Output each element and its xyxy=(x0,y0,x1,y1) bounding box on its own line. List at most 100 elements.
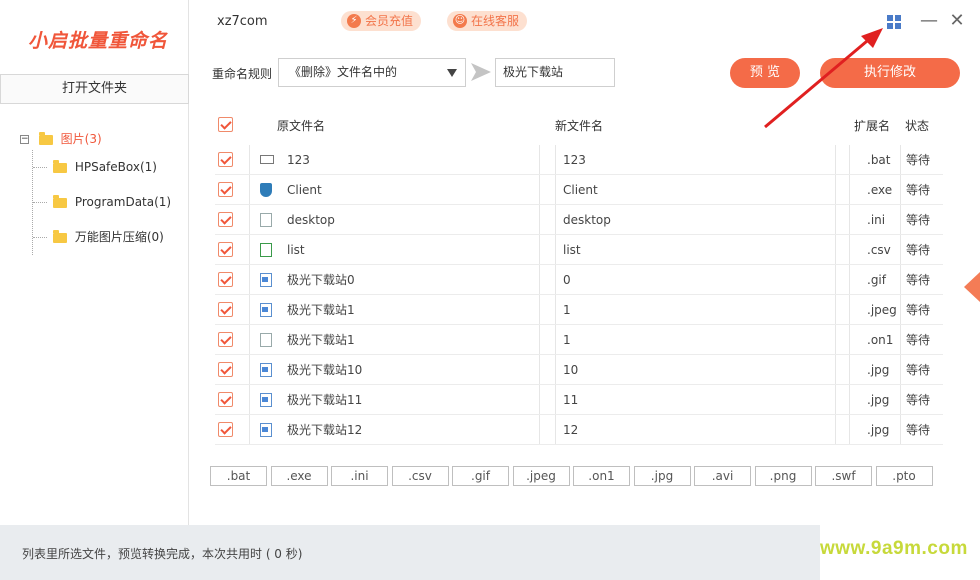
table-row[interactable]: 极光下载站10 10 .jpg 等待 xyxy=(189,355,980,385)
tree-item-hpsafebox[interactable]: HPSafeBox(1) xyxy=(33,150,171,185)
new-name-cell: Client xyxy=(563,183,598,197)
extension-filter-button[interactable]: .ini xyxy=(331,466,388,486)
extension-cell: .csv xyxy=(867,243,891,257)
extension-cell: .on1 xyxy=(867,333,894,347)
extension-filter-button[interactable]: .avi xyxy=(694,466,751,486)
folder-icon xyxy=(38,131,53,145)
extension-cell: .gif xyxy=(867,273,886,287)
bat-file-icon xyxy=(260,155,274,164)
open-folder-button[interactable]: 打开文件夹 xyxy=(0,74,189,104)
extension-filter-button[interactable]: .png xyxy=(754,466,812,486)
table-row[interactable]: Client Client .exe 等待 xyxy=(189,175,980,205)
status-bar: 列表里所选文件，预览转换完成，本次共用时 ( 0 秒) xyxy=(0,525,820,580)
image-file-icon xyxy=(260,273,272,287)
table-row[interactable]: 极光下载站1 1 .on1 等待 xyxy=(189,325,980,355)
side-expand-tab[interactable] xyxy=(964,272,980,302)
vip-recharge-label: 会员充值 xyxy=(365,14,414,28)
new-name-cell: 1 xyxy=(563,303,571,317)
row-checkbox[interactable] xyxy=(218,212,233,227)
table-row[interactable]: list list .csv 等待 xyxy=(189,235,980,265)
table-row[interactable]: desktop desktop .ini 等待 xyxy=(189,205,980,235)
original-name-cell: 极光下载站11 xyxy=(287,393,363,407)
status-cell: 等待 xyxy=(906,273,931,287)
row-checkbox[interactable] xyxy=(218,152,233,167)
preview-button[interactable]: 预 览 xyxy=(730,58,800,88)
new-name-cell: desktop xyxy=(563,213,611,227)
execute-button[interactable]: 执行修改 xyxy=(820,58,960,88)
vip-recharge-button[interactable]: ⚡ 会员充值 xyxy=(341,11,422,31)
settings-file-icon xyxy=(260,213,272,227)
headset-icon: ☺ xyxy=(453,14,467,28)
image-file-icon xyxy=(260,363,272,377)
table-header: 原文件名 新文件名 扩展名 状态 xyxy=(189,105,980,145)
row-checkbox[interactable] xyxy=(218,332,233,347)
original-name-cell: desktop xyxy=(287,213,335,227)
table-row[interactable]: 极光下载站11 11 .jpg 等待 xyxy=(189,385,980,415)
extension-filter-button[interactable]: .exe xyxy=(270,466,328,486)
extension-filter-button[interactable]: .jpg xyxy=(633,466,691,486)
header-extension: 扩展名 xyxy=(854,119,891,133)
table-row[interactable]: 极光下载站0 0 .gif 等待 xyxy=(189,265,980,295)
table-row[interactable]: 123 123 .bat 等待 xyxy=(189,145,980,175)
original-name-cell: 极光下载站1 xyxy=(287,333,355,347)
rule-label: 重命名规则 xyxy=(212,67,273,81)
image-file-icon xyxy=(260,303,272,317)
status-cell: 等待 xyxy=(906,393,931,407)
tree-root-label: 图片(3) xyxy=(60,132,102,146)
table-row[interactable]: 极光下载站1 1 .jpeg 等待 xyxy=(189,295,980,325)
row-checkbox[interactable] xyxy=(218,302,233,317)
row-checkbox[interactable] xyxy=(218,272,233,287)
row-checkbox[interactable] xyxy=(218,392,233,407)
rule-select-value: 《删除》文件名中的 xyxy=(289,65,398,79)
extension-filter-button[interactable]: .swf xyxy=(815,466,872,486)
minimize-icon[interactable]: — xyxy=(918,10,940,31)
shield-file-icon xyxy=(260,183,272,197)
tree-item-label: ProgramData(1) xyxy=(74,195,172,209)
status-text: 列表里所选文件，预览转换完成，本次共用时 ( 0 秒) xyxy=(22,547,303,561)
status-cell: 等待 xyxy=(906,153,931,167)
original-name-cell: 极光下载站1 xyxy=(287,303,355,317)
status-cell: 等待 xyxy=(906,243,931,257)
rule-text-input[interactable]: 极光下载站 xyxy=(495,58,615,87)
rule-select[interactable]: 《删除》文件名中的 xyxy=(278,58,466,87)
sidebar: 小启批量重命名 打开文件夹 − 图片(3) HPSafeBox(1) Progr… xyxy=(0,0,189,525)
image-file-icon xyxy=(260,423,272,437)
new-name-cell: 12 xyxy=(563,423,579,437)
folder-icon xyxy=(53,229,67,243)
extension-filter-button[interactable]: .csv xyxy=(391,466,449,486)
tree-root-item[interactable]: − 图片(3) xyxy=(20,128,171,150)
original-name-cell: 极光下载站0 xyxy=(287,273,355,287)
row-checkbox[interactable] xyxy=(218,422,233,437)
online-service-button[interactable]: ☺ 在线客服 xyxy=(447,11,528,31)
csv-file-icon xyxy=(260,243,272,257)
tree-item-programdata[interactable]: ProgramData(1) xyxy=(33,185,171,220)
extension-filter-button[interactable]: .jpeg xyxy=(512,466,570,486)
extension-cell: .jpeg xyxy=(867,303,897,317)
blank-file-icon xyxy=(260,333,272,347)
row-checkbox[interactable] xyxy=(218,242,233,257)
original-name-cell: 123 xyxy=(287,153,310,167)
tree-collapse-icon[interactable]: − xyxy=(20,135,29,144)
table-row[interactable]: 极光下载站12 12 .jpg 等待 xyxy=(189,415,980,445)
row-checkbox[interactable] xyxy=(218,182,233,197)
site-watermark: www.9a9m.com xyxy=(820,538,968,559)
row-checkbox[interactable] xyxy=(218,362,233,377)
skin-grid-icon[interactable] xyxy=(887,15,901,29)
close-icon[interactable]: ✕ xyxy=(946,10,968,31)
new-name-cell: 10 xyxy=(563,363,579,377)
extension-cell: .bat xyxy=(867,153,891,167)
original-name-cell: list xyxy=(287,243,305,257)
tree-item-image-compress[interactable]: 万能图片压缩(0) xyxy=(33,220,171,255)
extension-filter-button[interactable]: .bat xyxy=(210,466,267,486)
folder-tree: − 图片(3) HPSafeBox(1) ProgramData(1) 万能图片… xyxy=(20,128,171,255)
extension-filter-button[interactable]: .pto xyxy=(875,466,933,486)
original-name-cell: 极光下载站12 xyxy=(287,423,363,437)
extension-filter-button[interactable]: .gif xyxy=(452,466,509,486)
select-all-checkbox[interactable] xyxy=(218,117,233,132)
new-name-cell: 0 xyxy=(563,273,571,287)
new-name-cell: 1 xyxy=(563,333,571,347)
image-file-icon xyxy=(260,393,272,407)
dropdown-caret-icon xyxy=(447,69,457,77)
window-title: xz7com xyxy=(217,14,268,29)
extension-filter-button[interactable]: .on1 xyxy=(573,466,630,486)
